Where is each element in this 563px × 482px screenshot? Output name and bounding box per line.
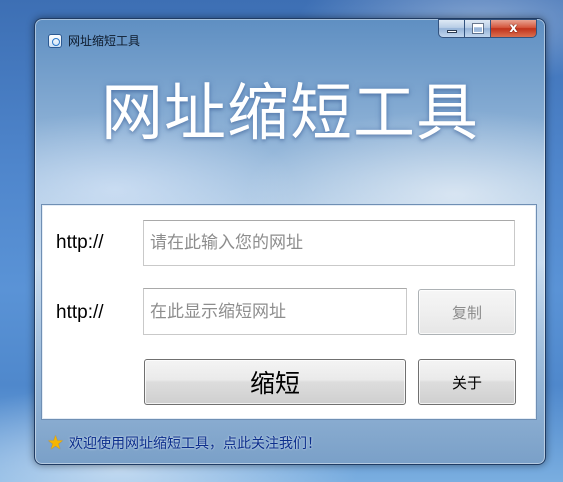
app-window: 网址缩短工具 x 网址缩短工具 http:// http:// 复制 缩短 关于… [34, 18, 546, 465]
maximize-button[interactable] [465, 19, 491, 38]
short-url-prefix-label: http:// [56, 302, 104, 323]
short-url-output[interactable] [143, 288, 407, 335]
close-icon: x [509, 21, 518, 36]
banner-title: 网址缩短工具 [100, 76, 479, 149]
star-icon: ★ [47, 432, 65, 454]
url-prefix-label: http:// [56, 232, 104, 253]
copy-button[interactable]: 复制 [418, 289, 516, 335]
about-button[interactable]: 关于 [418, 359, 516, 405]
minimize-button[interactable] [438, 19, 465, 38]
follow-us-link[interactable]: 欢迎使用网址缩短工具，点此关注我们！ [69, 433, 321, 453]
url-input[interactable] [143, 220, 515, 266]
window-controls: x [438, 19, 537, 39]
app-icon[interactable] [48, 34, 62, 48]
maximize-icon [472, 23, 484, 34]
close-button[interactable]: x [491, 19, 537, 38]
window-title: 网址缩短工具 [68, 34, 141, 48]
title-bar[interactable]: 网址缩短工具 x [35, 19, 545, 53]
shorten-button[interactable]: 缩短 [144, 359, 406, 405]
form-panel: http:// http:// 复制 缩短 关于 [41, 204, 537, 420]
minimize-icon [447, 30, 457, 33]
status-bar: ★ 欢迎使用网址缩短工具，点此关注我们！ [47, 431, 321, 455]
